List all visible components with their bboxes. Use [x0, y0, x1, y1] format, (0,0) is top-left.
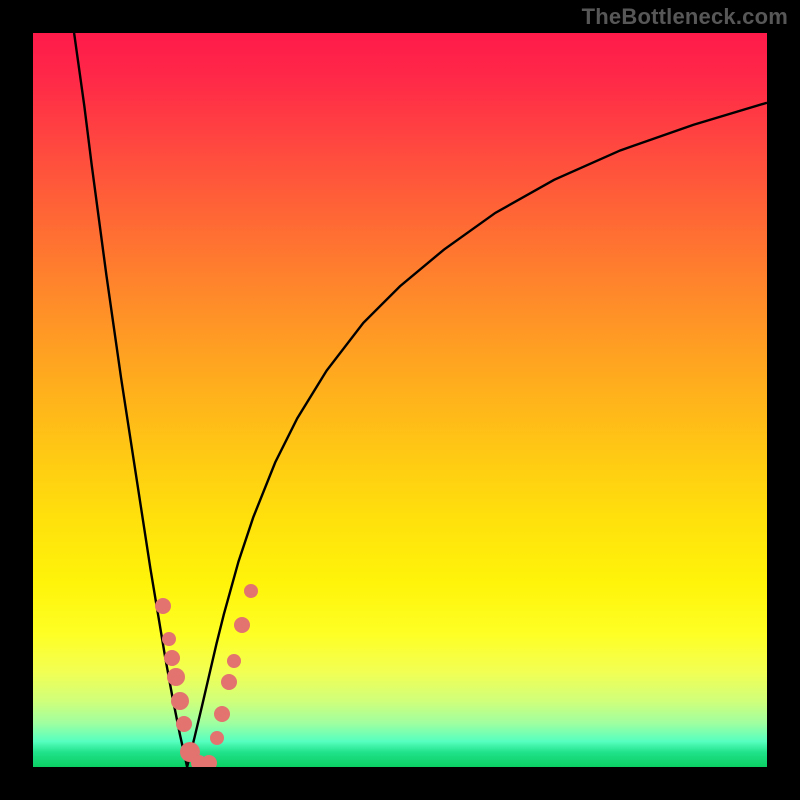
data-bead: [171, 692, 189, 710]
data-bead: [155, 598, 171, 614]
curve-svg: [33, 33, 767, 767]
data-bead: [234, 617, 250, 633]
data-bead: [210, 731, 224, 745]
data-bead: [201, 755, 217, 767]
data-bead: [221, 674, 237, 690]
data-bead: [227, 654, 241, 668]
chart-container: TheBottleneck.com: [0, 0, 800, 800]
data-bead: [162, 632, 176, 646]
watermark-text: TheBottleneck.com: [582, 4, 788, 30]
curve-right: [187, 103, 767, 767]
plot-area: [33, 33, 767, 767]
data-bead: [244, 584, 258, 598]
